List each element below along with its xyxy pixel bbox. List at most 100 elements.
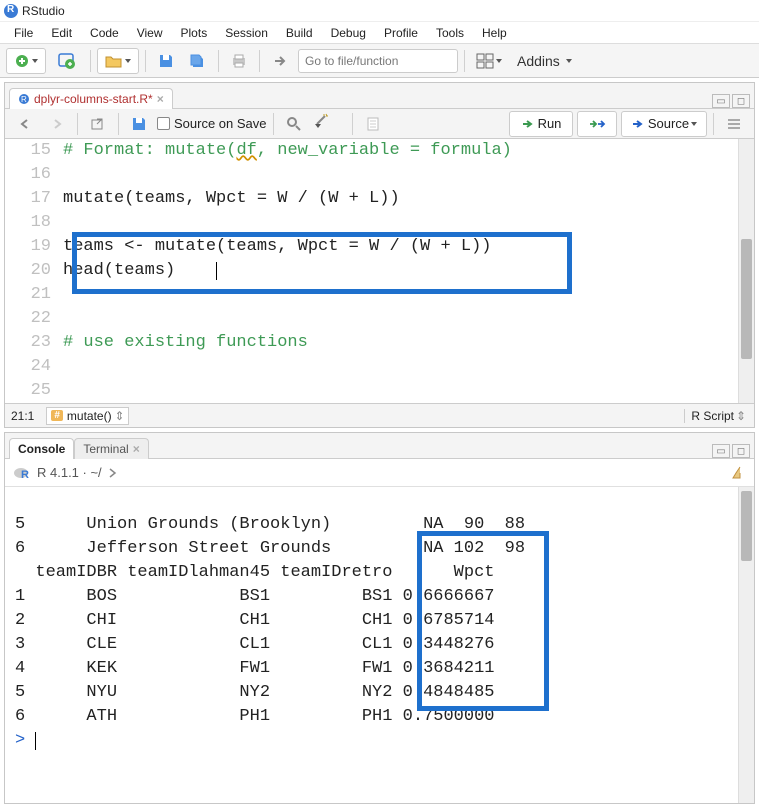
line-number: 23 (5, 331, 63, 355)
close-tab-icon[interactable]: × (133, 442, 140, 456)
source-on-save-checkbox[interactable] (157, 117, 170, 130)
console-line: teamIDBR teamIDlahman45 teamIDretro Wpct (15, 563, 494, 582)
search-icon (286, 116, 302, 132)
menu-edit[interactable]: Edit (43, 24, 80, 42)
open-file-button[interactable] (97, 48, 139, 74)
save-icon (158, 53, 174, 69)
menu-code[interactable]: Code (82, 24, 127, 42)
rstudio-logo-icon (4, 4, 18, 18)
addins-button[interactable]: Addins (517, 53, 572, 69)
code-line-20: head(teams) (63, 259, 738, 283)
menu-help[interactable]: Help (474, 24, 515, 42)
console-output[interactable]: 5 Union Grounds (Brooklyn) NA 90 88 6 Je… (5, 487, 738, 803)
goto-file-input[interactable]: Go to file/function (298, 49, 458, 73)
console-cursor (35, 732, 36, 750)
popout-button[interactable] (84, 111, 112, 137)
line-number: 17 (5, 187, 63, 211)
panes-button[interactable] (471, 48, 507, 74)
console-panel: Console Terminal × ▭ ◻ R R 4.1.1 · ~/ 5 … (4, 432, 755, 804)
save-icon (131, 116, 147, 132)
source-button-label: Source (648, 116, 689, 131)
rerun-button[interactable] (577, 111, 617, 137)
new-project-button[interactable] (50, 48, 84, 74)
line-number: 16 (5, 163, 63, 187)
line-number: 24 (5, 355, 63, 379)
cursor-position: 21:1 (11, 409, 34, 423)
updown-icon: ⇕ (736, 409, 746, 423)
minimize-pane-icon[interactable]: ▭ (712, 444, 730, 458)
console-line: 5 Union Grounds (Brooklyn) NA 90 88 (15, 515, 525, 534)
console-prompt[interactable]: > (15, 731, 35, 750)
close-tab-icon[interactable]: × (157, 92, 164, 106)
folder-open-icon (105, 54, 123, 68)
source-statusbar: 21:1 # mutate() ⇕ R Script ⇕ (5, 403, 754, 427)
console-line: 5 NYU NY2 NY2 0.4848485 (15, 683, 494, 702)
source-tab[interactable]: R dplyr-columns-start.R* × (9, 88, 173, 109)
find-button[interactable] (280, 111, 308, 137)
goto-button[interactable] (266, 48, 294, 74)
clear-console-button[interactable] (730, 465, 746, 481)
menu-debug[interactable]: Debug (323, 24, 374, 42)
new-file-button[interactable] (6, 48, 46, 74)
terminal-tab[interactable]: Terminal × (74, 438, 148, 459)
print-button[interactable] (225, 48, 253, 74)
broom-icon (730, 465, 746, 481)
magic-wand-button[interactable] (312, 111, 346, 137)
run-button[interactable]: Run (509, 111, 573, 137)
notebook-icon (365, 116, 381, 132)
code-text: mutate(teams, Wpct = W / (W + L)) (63, 187, 738, 211)
source-toolbar: Source on Save Run Source (5, 109, 754, 139)
line-number: 18 (5, 211, 63, 235)
source-tabstrip: R dplyr-columns-start.R* × ▭ ◻ (5, 83, 754, 109)
chevron-right-icon[interactable] (108, 468, 118, 478)
line-number: 19 (5, 235, 63, 259)
file-type-selector[interactable]: R Script ⇕ (684, 409, 748, 423)
console-header: R R 4.1.1 · ~/ (5, 459, 754, 487)
goto-file-placeholder: Go to file/function (305, 54, 398, 68)
svg-text:R: R (21, 469, 29, 481)
console-line: 4 KEK FW1 FW1 0.3684211 (15, 659, 494, 678)
arrow-right-icon (272, 53, 288, 69)
app-title: RStudio (22, 4, 65, 18)
menu-profile[interactable]: Profile (376, 24, 426, 42)
outline-button[interactable] (720, 111, 748, 137)
menu-plots[interactable]: Plots (173, 24, 216, 42)
code-text: # Format: mutate( (63, 141, 236, 160)
function-badge-icon: # (51, 410, 63, 421)
code-text (63, 379, 738, 403)
code-text: df (236, 141, 256, 160)
save-button[interactable] (152, 48, 180, 74)
save-source-button[interactable] (125, 111, 153, 137)
maximize-pane-icon[interactable]: ◻ (732, 444, 750, 458)
source-panel: R dplyr-columns-start.R* × ▭ ◻ Source on… (4, 82, 755, 428)
run-icon (521, 118, 535, 130)
source-icon (631, 118, 645, 130)
nav-back-button[interactable] (11, 111, 39, 137)
menu-tools[interactable]: Tools (428, 24, 472, 42)
scrollbar-thumb[interactable] (741, 491, 752, 561)
updown-icon: ⇕ (115, 409, 125, 423)
source-button[interactable]: Source (621, 111, 707, 137)
rerun-icon (588, 118, 606, 130)
code-section-selector[interactable]: # mutate() ⇕ (46, 407, 128, 425)
console-line: 2 CHI CH1 CH1 0.6785714 (15, 611, 494, 630)
menu-view[interactable]: View (129, 24, 171, 42)
menubar: File Edit Code View Plots Session Build … (0, 22, 759, 44)
editor-scrollbar[interactable] (738, 139, 754, 403)
menu-build[interactable]: Build (278, 24, 321, 42)
console-line: 6 Jefferson Street Grounds NA 102 98 (15, 539, 525, 558)
scrollbar-thumb[interactable] (741, 239, 752, 359)
rscript-icon: R (18, 93, 30, 105)
menu-session[interactable]: Session (217, 24, 276, 42)
code-text (63, 283, 738, 307)
console-tab[interactable]: Console (9, 438, 74, 459)
compile-report-button[interactable] (359, 111, 387, 137)
nav-forward-button[interactable] (43, 111, 71, 137)
r-version: R 4.1.1 · ~/ (37, 465, 102, 480)
maximize-pane-icon[interactable]: ◻ (732, 94, 750, 108)
save-all-button[interactable] (184, 48, 212, 74)
minimize-pane-icon[interactable]: ▭ (712, 94, 730, 108)
source-editor[interactable]: 15# Format: mutate(df, new_variable = fo… (5, 139, 738, 403)
menu-file[interactable]: File (6, 24, 41, 42)
console-scrollbar[interactable] (738, 487, 754, 803)
